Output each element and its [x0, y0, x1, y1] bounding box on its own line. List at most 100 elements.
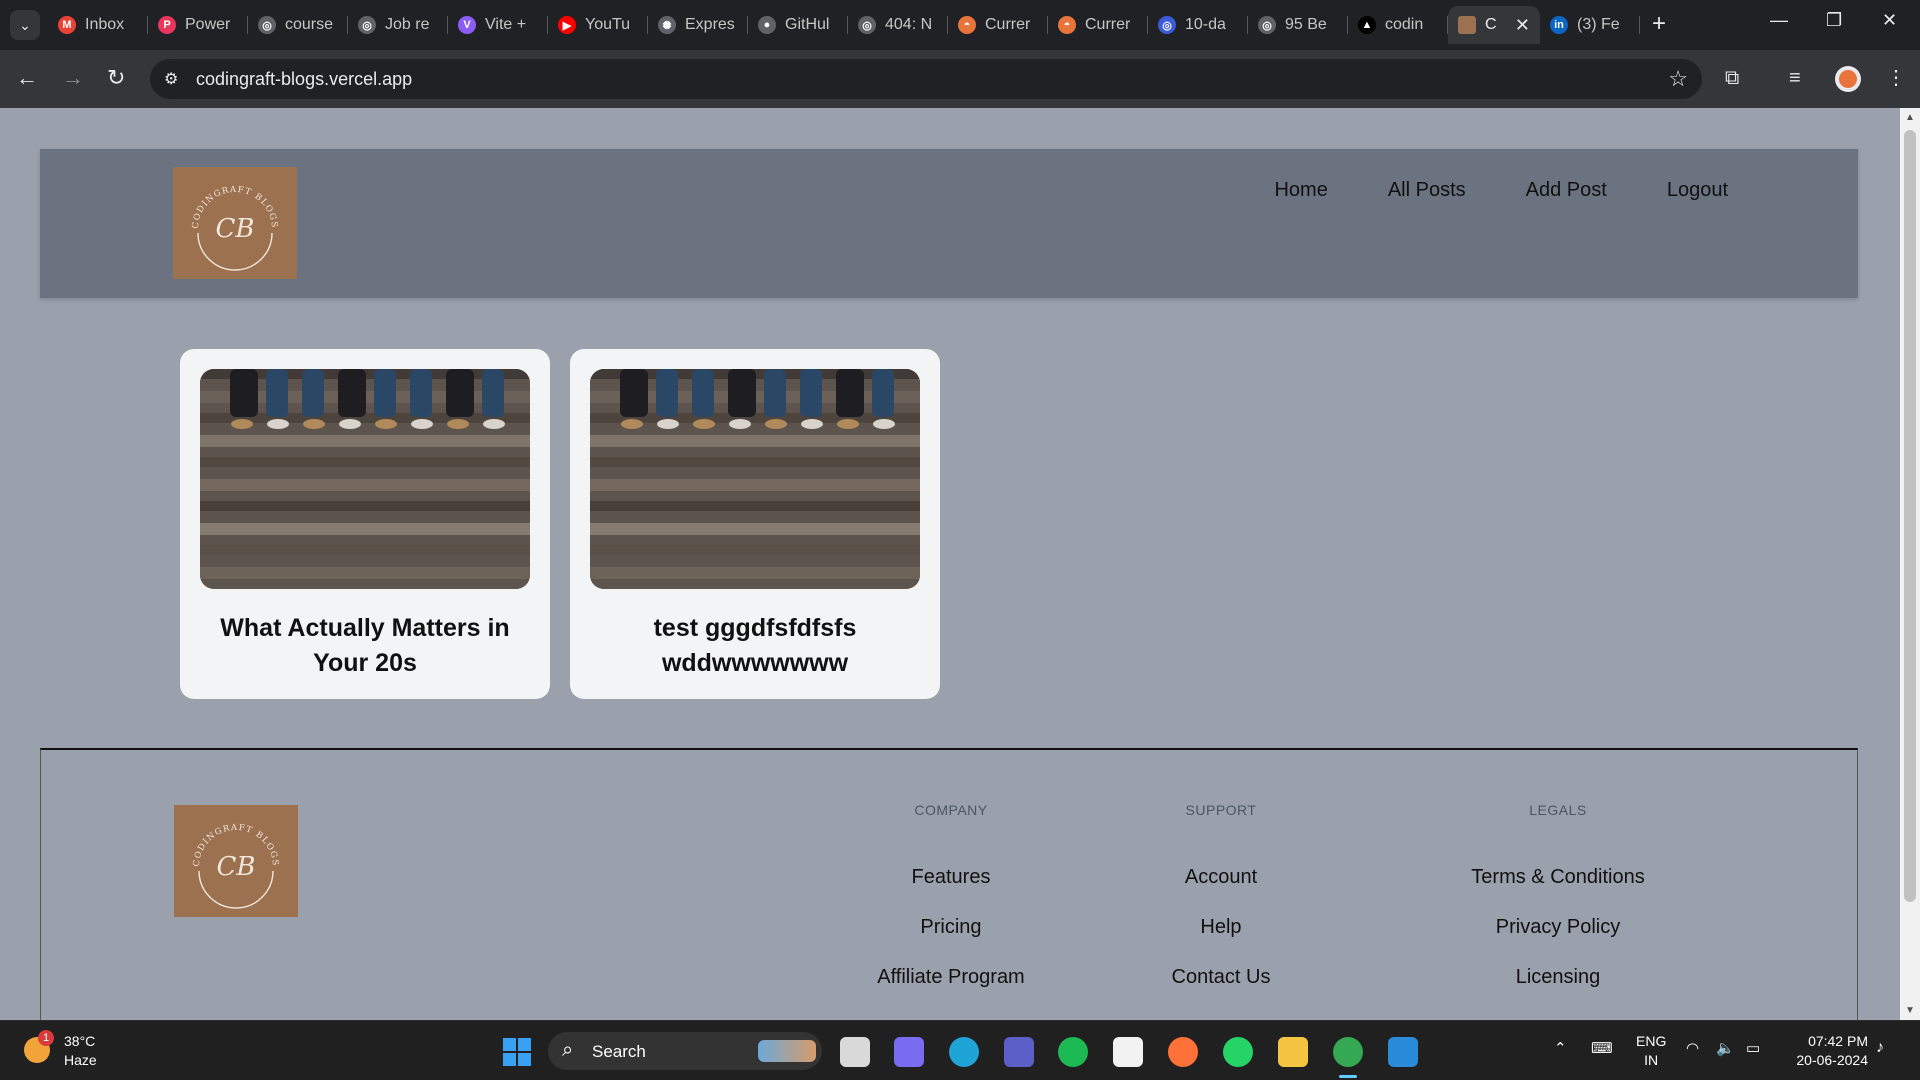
weather-badge: 1	[38, 1030, 54, 1046]
footer-link[interactable]: Help	[1071, 915, 1371, 939]
browser-tab[interactable]: ◓ Currer	[1048, 6, 1148, 44]
new-tab-plus-icon[interactable]: +	[1652, 12, 1666, 36]
profile-avatar[interactable]	[1835, 66, 1861, 92]
language-indicator[interactable]: ENG IN	[1636, 1032, 1666, 1070]
tab-title: Currer	[985, 16, 1031, 33]
media-control-icon[interactable]: ≡	[1789, 66, 1801, 90]
copilot-icon[interactable]	[894, 1037, 924, 1067]
footer-link[interactable]: Pricing	[801, 915, 1101, 939]
restore-icon[interactable]: ❐	[1826, 10, 1842, 31]
helmet-icon: ◓	[958, 16, 976, 34]
footer-logo[interactable]: CODINGRAFT BLOGS CB	[174, 805, 298, 917]
teams-icon[interactable]	[1004, 1037, 1034, 1067]
footer-link[interactable]: Features	[801, 865, 1101, 889]
show-hidden-icons-chevron-icon[interactable]: ⌃	[1554, 1039, 1567, 1057]
clock-time: 07:42 PM	[1808, 1033, 1868, 1049]
scroll-down-arrow-icon[interactable]: ▼	[1905, 1005, 1915, 1016]
touch-keyboard-icon[interactable]: ⌨	[1591, 1039, 1613, 1057]
nav-link-add-post[interactable]: Add Post	[1526, 179, 1607, 202]
post-card[interactable]: What Actually Matters in Your 20s	[180, 349, 550, 699]
site-logo[interactable]: CODINGRAFT BLOGS CB	[173, 167, 297, 279]
browser-tab[interactable]: P Power	[148, 6, 248, 44]
window-close-icon[interactable]: ✕	[1882, 10, 1897, 31]
tab-search-chevron-icon[interactable]: ⌄	[10, 10, 40, 40]
windows-start-icon[interactable]	[503, 1038, 531, 1066]
browser-tab[interactable]: ◓ Currer	[948, 6, 1048, 44]
post-list: What Actually Matters in Your 20s test gg…	[180, 349, 960, 699]
reload-icon[interactable]: ↻	[107, 66, 125, 90]
forward-arrow-icon[interactable]: →	[62, 66, 84, 90]
browser-tab[interactable]: ◎ 404: N	[848, 6, 948, 44]
post-title[interactable]: test gggdfsfdfsfs wddwwwwwww	[590, 611, 920, 681]
back-arrow-icon[interactable]: ←	[16, 66, 38, 90]
globe-icon: ◎	[258, 16, 276, 34]
vscode-icon[interactable]	[1388, 1037, 1418, 1067]
minimize-icon[interactable]: —	[1770, 10, 1788, 31]
taskbar-search[interactable]: ⌕ Search	[548, 1032, 822, 1070]
menu-kebab-icon[interactable]: ⋮	[1886, 66, 1906, 90]
browser-tab[interactable]: ◎ 10-da	[1148, 6, 1248, 44]
post-thumbnail[interactable]	[200, 369, 530, 589]
extensions-icon[interactable]: ⧉	[1725, 66, 1739, 90]
browser-tab[interactable]: ◎ 95 Be	[1248, 6, 1348, 44]
whatsapp-icon[interactable]	[1223, 1037, 1253, 1067]
nav-link-logout[interactable]: Logout	[1667, 179, 1728, 202]
nav-link-all-posts[interactable]: All Posts	[1388, 179, 1466, 202]
tab-title: Inbox	[85, 16, 125, 33]
globe-icon: ◎	[358, 16, 376, 34]
weather-widget[interactable]: 1 38°C Haze	[22, 1030, 142, 1071]
battery-icon[interactable]: ▭	[1746, 1039, 1760, 1057]
logo-emblem-icon: CODINGRAFT BLOGS CB	[191, 185, 278, 271]
power-icon: P	[158, 16, 176, 34]
browser-tab[interactable]: ● GitHul	[748, 6, 848, 44]
globe-icon: ◎	[1158, 16, 1176, 34]
scroll-up-arrow-icon[interactable]: ▲	[1905, 112, 1915, 123]
volume-icon[interactable]: 🔈	[1716, 1039, 1735, 1057]
url-text[interactable]: codingraft-blogs.vercel.app	[196, 69, 412, 90]
edge-icon[interactable]	[949, 1037, 979, 1067]
browser-tab[interactable]: C ✕	[1448, 6, 1540, 44]
browser-tab[interactable]: V Vite +	[448, 6, 548, 44]
firefox-icon[interactable]	[1168, 1037, 1198, 1067]
browser-tab[interactable]: ◎ course	[248, 6, 348, 44]
post-title[interactable]: What Actually Matters in Your 20s	[200, 611, 530, 681]
file-explorer-icon[interactable]	[1278, 1037, 1308, 1067]
scroll-thumb[interactable]	[1904, 130, 1916, 902]
language-region: IN	[1644, 1052, 1659, 1068]
browser-tab[interactable]: ▶ YouTu	[548, 6, 648, 44]
footer-link[interactable]: Contact Us	[1071, 965, 1371, 989]
post-card[interactable]: test gggdfsfdfsfs wddwwwwwww	[570, 349, 940, 699]
address-bar[interactable]: ⚙ codingraft-blogs.vercel.app ☆	[150, 59, 1702, 99]
footer-link[interactable]: Licensing	[1408, 965, 1708, 989]
logo-monogram: CB	[217, 852, 256, 882]
wooden-steps-photo	[590, 369, 920, 589]
nav-link-home[interactable]: Home	[1274, 179, 1327, 202]
notification-bell-icon[interactable]: ♪	[1876, 1039, 1884, 1057]
browser-tab[interactable]: ▲ codin	[1348, 6, 1448, 44]
footer-link[interactable]: Affiliate Program	[801, 965, 1101, 989]
site-info-icon[interactable]: ⚙	[164, 69, 178, 89]
task-view-icon[interactable]	[840, 1037, 870, 1067]
tab-title: codin	[1385, 16, 1424, 33]
footer-link[interactable]: Terms & Conditions	[1408, 865, 1708, 889]
youtube-icon: ▶	[558, 16, 576, 34]
footer-link[interactable]: Privacy Policy	[1408, 915, 1708, 939]
browser-tab[interactable]: in (3) Fe	[1540, 6, 1640, 44]
bookmark-star-icon[interactable]: ☆	[1668, 66, 1688, 92]
ms-store-icon[interactable]	[1113, 1037, 1143, 1067]
browser-tab[interactable]: M Inbox	[48, 6, 148, 44]
system-clock[interactable]: 07:42 PM 20-06-2024	[1782, 1032, 1868, 1070]
spotify-icon[interactable]	[1058, 1037, 1088, 1067]
browser-tab[interactable]: ◎ Job re	[348, 6, 448, 44]
vite-icon: V	[458, 16, 476, 34]
chrome-icon[interactable]	[1333, 1037, 1363, 1078]
browser-tab[interactable]: ✺ Expres	[648, 6, 748, 44]
page-scrollbar[interactable]: ▲ ▼	[1900, 108, 1920, 1020]
codingraft-favicon	[1458, 16, 1476, 34]
tab-close-icon[interactable]: ✕	[1515, 15, 1530, 36]
post-thumbnail[interactable]	[590, 369, 920, 589]
footer-column-company: COMPANY Features Pricing Affiliate Program	[801, 802, 1101, 1015]
wooden-steps-photo	[200, 369, 530, 589]
footer-link[interactable]: Account	[1071, 865, 1371, 889]
wifi-icon[interactable]: ◠	[1686, 1039, 1699, 1057]
